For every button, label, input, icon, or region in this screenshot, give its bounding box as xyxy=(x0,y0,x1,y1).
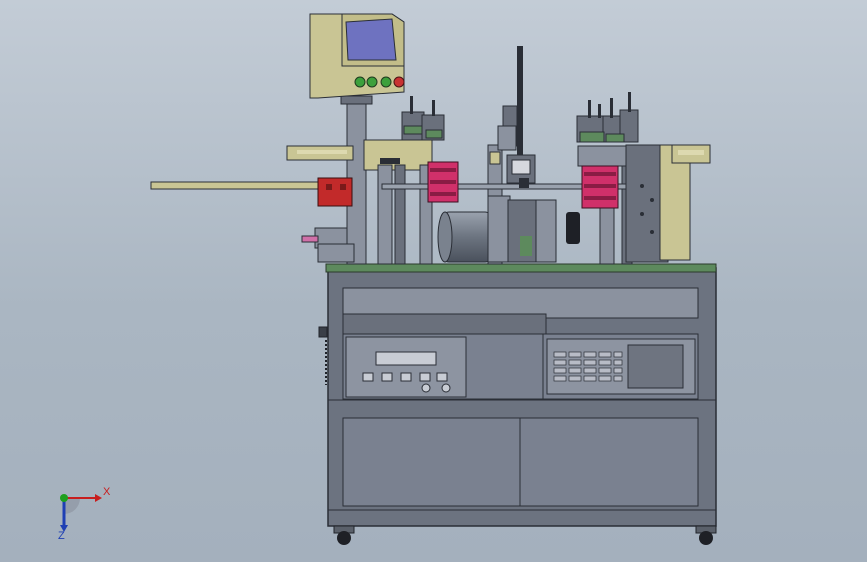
hmi-screen xyxy=(345,18,397,61)
motor xyxy=(437,195,557,263)
right-bracket xyxy=(625,144,711,263)
control-panel-keypad xyxy=(546,338,696,395)
table-plate xyxy=(325,263,717,273)
hmi-enclosure xyxy=(309,13,405,99)
caster-wheels xyxy=(333,525,717,545)
temperature-controller xyxy=(345,336,467,398)
machine-model[interactable] xyxy=(0,0,867,562)
cad-viewport[interactable]: X Z xyxy=(0,0,867,562)
axis-x-label: X xyxy=(103,486,111,498)
feed-rod xyxy=(150,177,353,207)
axis-z-label: Z xyxy=(58,530,65,542)
